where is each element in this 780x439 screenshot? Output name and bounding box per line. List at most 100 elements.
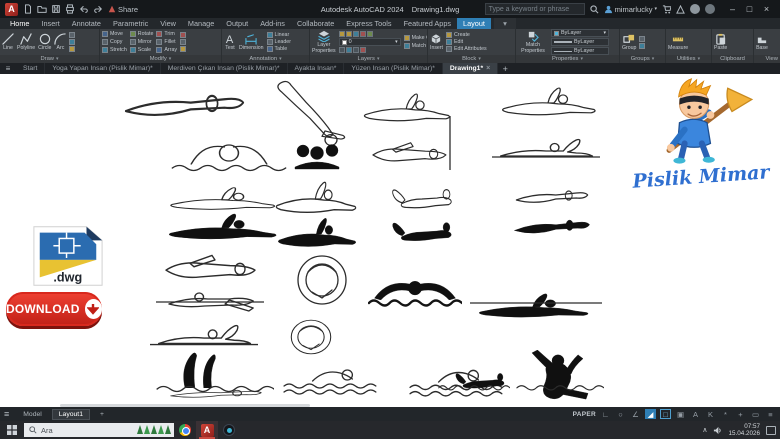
doc-tab-menu-icon[interactable]: ≡ xyxy=(0,63,16,74)
table-button[interactable]: Table xyxy=(267,46,292,52)
doc-tab-yoga[interactable]: Yoga Yapan Insan (Pislik Mimar)* xyxy=(45,63,160,74)
edit-block-button[interactable]: Edit xyxy=(446,39,487,45)
tab-manage[interactable]: Manage xyxy=(182,18,220,29)
mirror-button[interactable]: Mirror xyxy=(130,38,154,46)
tray-expand-icon[interactable]: ∧ xyxy=(702,426,707,434)
trim-button[interactable]: Trim xyxy=(156,30,177,38)
tab-home[interactable]: Home xyxy=(4,18,35,29)
doc-tab-yuzen[interactable]: Yüzen Insan (Pislik Mimar)* xyxy=(344,63,442,74)
layer-match-icon[interactable] xyxy=(346,47,352,53)
dynamic-input-icon[interactable]: ◢ xyxy=(645,409,656,419)
help-icon[interactable] xyxy=(690,4,700,14)
make-current-button[interactable]: Make Current xyxy=(404,35,427,41)
ungroup-icon[interactable] xyxy=(639,36,645,42)
tab-addins[interactable]: Add-ins xyxy=(254,18,291,29)
tab-express-tools[interactable]: Express Tools xyxy=(340,18,397,29)
autocad-app-menu-icon[interactable]: A xyxy=(5,3,18,16)
base-view-button[interactable]: Base xyxy=(756,33,768,51)
layer-prev-icon[interactable] xyxy=(353,47,359,53)
notifications-icon[interactable] xyxy=(705,4,715,14)
paper-space-indicator[interactable]: PAPER xyxy=(573,411,596,418)
scale-button[interactable]: Scale xyxy=(130,46,154,54)
doc-tab-start[interactable]: Start xyxy=(16,63,45,74)
new-drawing-button[interactable]: + xyxy=(498,63,512,74)
block-panel-label[interactable]: Block▾ xyxy=(428,55,515,63)
new-file-icon[interactable] xyxy=(23,4,33,14)
explode-tool-icon[interactable] xyxy=(180,39,186,45)
taskbar-autocad-icon[interactable]: A xyxy=(196,421,218,439)
taskbar-clock[interactable]: 07:57 15.04.2026 xyxy=(728,423,760,437)
tab-layout[interactable]: Layout xyxy=(457,18,491,29)
layer-properties-button[interactable]: Layer Properties xyxy=(312,30,336,54)
layer-off-icon[interactable] xyxy=(367,31,373,37)
taskbar-chrome-icon[interactable] xyxy=(174,421,196,439)
taskbar-search-input[interactable]: Ara xyxy=(24,423,174,437)
redo-icon[interactable] xyxy=(93,4,103,14)
line-button[interactable]: Line xyxy=(2,33,14,51)
array-button[interactable]: Array xyxy=(156,46,177,54)
clipboard-panel-label[interactable]: Clipboard xyxy=(712,55,753,63)
account-menu[interactable]: mimarlucky ▾ xyxy=(604,5,657,14)
doc-tab-ayakta[interactable]: Ayakta Insan* xyxy=(288,63,345,74)
copy-button[interactable]: Copy xyxy=(102,38,127,46)
model-tab[interactable]: Model xyxy=(16,409,49,420)
layer-lock-icon[interactable] xyxy=(353,31,359,37)
rotate-button[interactable]: Rotate xyxy=(130,30,154,38)
stretch-button[interactable]: Stretch xyxy=(102,46,127,54)
paste-button[interactable]: Paste xyxy=(714,33,727,51)
tab-featured-apps[interactable]: Featured Apps xyxy=(398,18,457,29)
doc-tab-merdiven[interactable]: Merdiven Çıkan Insan (Pislik Mimar)* xyxy=(161,63,288,74)
hatch-tool-icon[interactable] xyxy=(69,46,75,52)
ribbon-display-toggle[interactable]: ▾ xyxy=(494,18,516,29)
tab-output[interactable]: Output xyxy=(220,18,254,29)
draw-panel-label[interactable]: Draw▾ xyxy=(0,55,99,63)
drawing-canvas[interactable]: Pislik Mimar xyxy=(0,74,780,407)
save-icon[interactable] xyxy=(51,4,61,14)
group-button[interactable]: Group xyxy=(622,33,636,51)
dwg-file-badge[interactable]: .dwg xyxy=(30,224,106,288)
doc-tab-drawing1[interactable]: Drawing1*× xyxy=(443,63,498,74)
fillet-button[interactable]: Fillet xyxy=(156,38,177,46)
maximize-button[interactable]: □ xyxy=(741,4,758,14)
layer-on-icon[interactable] xyxy=(339,31,345,37)
cart-icon[interactable] xyxy=(662,5,671,14)
ellipse-tool-icon[interactable] xyxy=(69,39,75,45)
start-button[interactable] xyxy=(0,421,24,439)
undo-icon[interactable] xyxy=(79,4,89,14)
download-button[interactable]: DOWNLOAD xyxy=(6,292,102,326)
erase-tool-icon[interactable] xyxy=(180,32,186,38)
graphics-performance-icon[interactable]: ▭ xyxy=(750,409,761,419)
match-properties-button[interactable]: Match Properties xyxy=(518,30,548,54)
layout-menu-icon[interactable]: ≡ xyxy=(4,409,9,419)
polyline-button[interactable]: Polyline xyxy=(17,33,35,51)
search-input[interactable]: Type a keyword or phrase xyxy=(485,3,585,15)
polar-tracking-icon[interactable]: ∠ xyxy=(630,409,641,419)
layer-dropdown[interactable]: 0▾ xyxy=(339,38,401,46)
leader-button[interactable]: Leader xyxy=(267,39,292,45)
annotation-panel-label[interactable]: Annotation▾ xyxy=(222,55,309,63)
lineweight-dropdown[interactable]: ByLayer xyxy=(551,38,609,46)
taskbar-app-icon[interactable] xyxy=(218,421,240,439)
measure-button[interactable]: Measure xyxy=(668,33,688,51)
tab-annotate[interactable]: Annotate xyxy=(66,18,107,29)
group-edit-icon[interactable] xyxy=(639,43,645,49)
plot-icon[interactable] xyxy=(65,4,75,14)
close-tab-icon[interactable]: × xyxy=(486,65,490,72)
create-block-button[interactable]: Create xyxy=(446,32,487,38)
match-layer-button[interactable]: Match Layer xyxy=(404,43,427,49)
properties-panel-label[interactable]: Properties▾ xyxy=(516,55,619,63)
modify-panel-label[interactable]: Modify▾ xyxy=(100,55,221,63)
layers-panel-label[interactable]: Layers▾ xyxy=(310,55,427,63)
linear-button[interactable]: Linear xyxy=(267,32,292,38)
workspace-settings-icon[interactable]: * xyxy=(720,409,731,419)
view-panel-label[interactable]: View▾ xyxy=(754,55,780,63)
tab-insert[interactable]: Insert xyxy=(35,18,65,29)
tab-collaborate[interactable]: Collaborate xyxy=(291,18,340,29)
circle-button[interactable]: Circle xyxy=(38,33,51,51)
layer-walk-icon[interactable] xyxy=(339,47,345,53)
offset-tool-icon[interactable] xyxy=(180,46,186,52)
groups-panel-label[interactable]: Groups▾ xyxy=(620,55,665,63)
layer-state-icon[interactable] xyxy=(360,47,366,53)
minimize-button[interactable]: – xyxy=(724,4,741,14)
annotation-visibility-icon[interactable]: A xyxy=(690,409,701,419)
